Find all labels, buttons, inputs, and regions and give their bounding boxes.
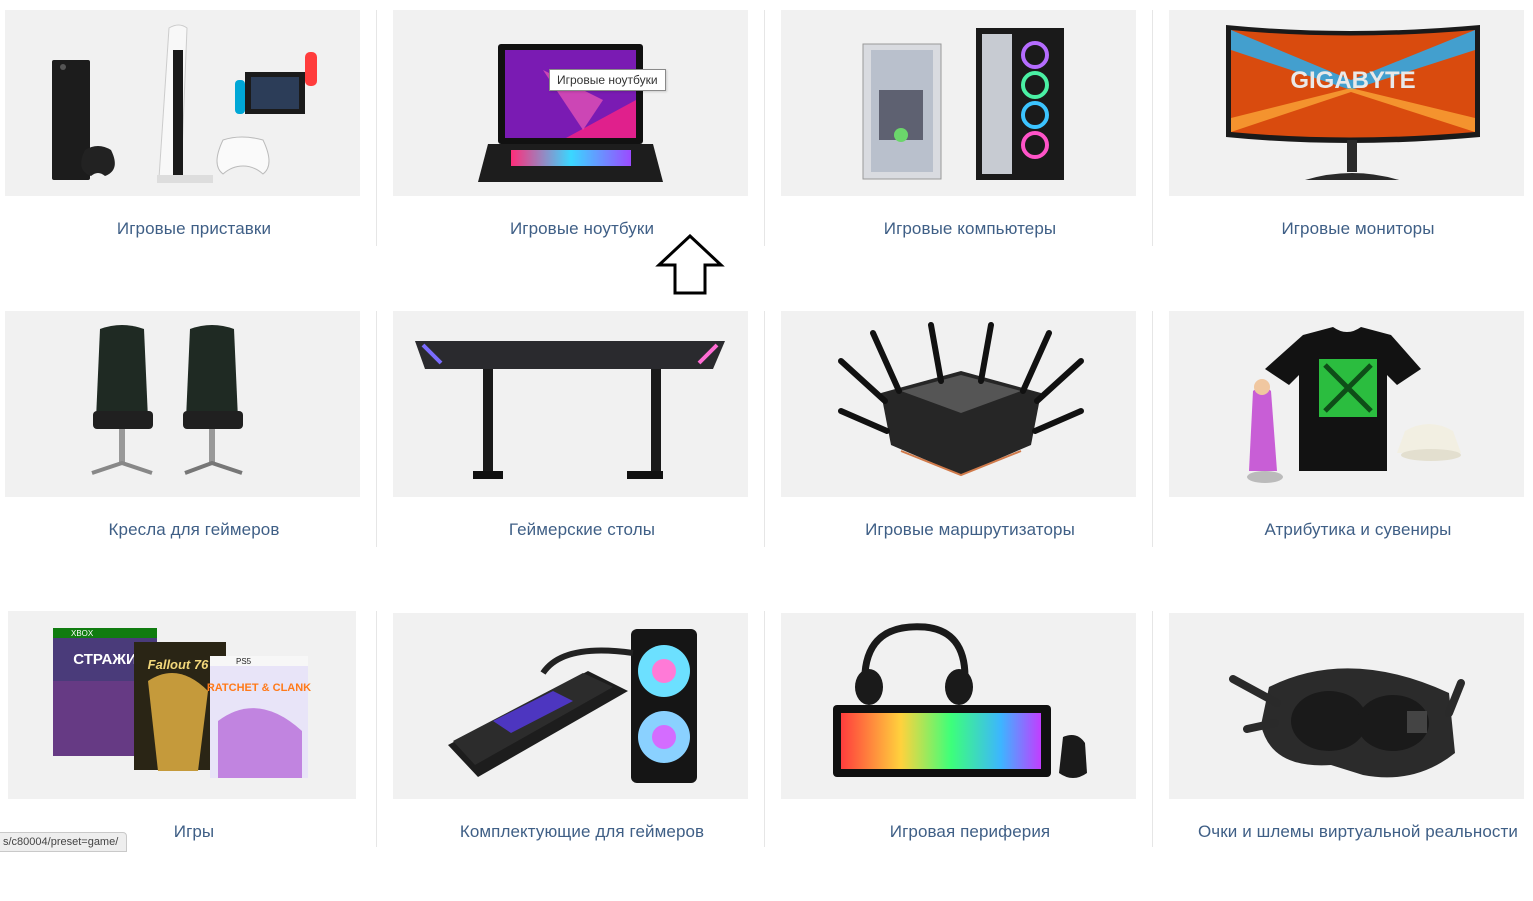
vr-headset-image[interactable] — [1169, 613, 1524, 799]
category-label[interactable]: Игровая периферия — [776, 822, 1164, 842]
category-label[interactable]: Игровые мониторы — [1164, 219, 1533, 239]
status-bar-url: s/c80004/preset=game/ — [0, 832, 128, 852]
category-label[interactable]: Игровые компьютеры — [776, 219, 1164, 239]
gaming-monitor-image[interactable]: GIGABYTE — [1169, 10, 1524, 196]
category-label[interactable]: Игровые маршрутизаторы — [776, 520, 1164, 540]
game3-title: RATCHET & CLANK — [207, 682, 311, 694]
gaming-pc-image[interactable] — [781, 10, 1136, 196]
category-card-computers[interactable]: Игровые компьютеры — [776, 0, 1164, 300]
game-consoles-image[interactable] — [5, 10, 360, 196]
category-label[interactable]: Очки и шлемы виртуальной реальности — [1164, 822, 1533, 842]
tooltip: Игровые ноутбуки — [549, 69, 666, 91]
monitor-brand-text: GIGABYTE — [1290, 67, 1415, 94]
gaming-router-image[interactable] — [781, 311, 1136, 497]
category-label[interactable]: Кресла для геймеров — [0, 520, 388, 540]
category-grid: Игровые приставки Игровые ноутбуки Игров… — [0, 0, 1533, 847]
gaming-chairs-image[interactable] — [5, 311, 360, 497]
category-card-vr[interactable]: Очки и шлемы виртуальной реальности — [1164, 601, 1533, 901]
gaming-laptop-image[interactable] — [393, 10, 748, 196]
games-boxes-image[interactable]: XBOX СТРАЖИ Fallout 76 PS5 RATCHET & CLA… — [8, 611, 356, 799]
category-label[interactable]: Атрибутика и сувениры — [1164, 520, 1533, 540]
game3-platform: PS5 — [236, 657, 252, 666]
game2-title: Fallout 76 — [148, 657, 209, 672]
gpu-components-image[interactable] — [393, 613, 748, 799]
category-card-consoles[interactable]: Игровые приставки — [0, 0, 388, 300]
peripherals-image[interactable] — [781, 613, 1136, 799]
category-card-desks[interactable]: Геймерские столы — [388, 301, 776, 601]
category-label[interactable]: Игровые приставки — [0, 219, 388, 239]
category-card-chairs[interactable]: Кресла для геймеров — [0, 301, 388, 601]
category-card-components[interactable]: Комплектующие для геймеров — [388, 601, 776, 901]
category-card-routers[interactable]: Игровые маршрутизаторы — [776, 301, 1164, 601]
up-arrow-cursor-icon — [655, 234, 725, 296]
category-card-monitors[interactable]: GIGABYTE Игровые мониторы — [1164, 0, 1533, 300]
category-label[interactable]: Геймерские столы — [388, 520, 776, 540]
game1-platform: XBOX — [71, 629, 94, 638]
category-card-peripherals[interactable]: Игровая периферия — [776, 601, 1164, 901]
category-card-games[interactable]: XBOX СТРАЖИ Fallout 76 PS5 RATCHET & CLA… — [0, 601, 388, 901]
game1-title: СТРАЖИ — [73, 651, 136, 668]
gaming-desk-image[interactable] — [393, 311, 748, 497]
category-label[interactable]: Комплектующие для геймеров — [388, 822, 776, 842]
merch-souvenirs-image[interactable] — [1169, 311, 1524, 497]
category-card-merch[interactable]: Атрибутика и сувениры — [1164, 301, 1533, 601]
